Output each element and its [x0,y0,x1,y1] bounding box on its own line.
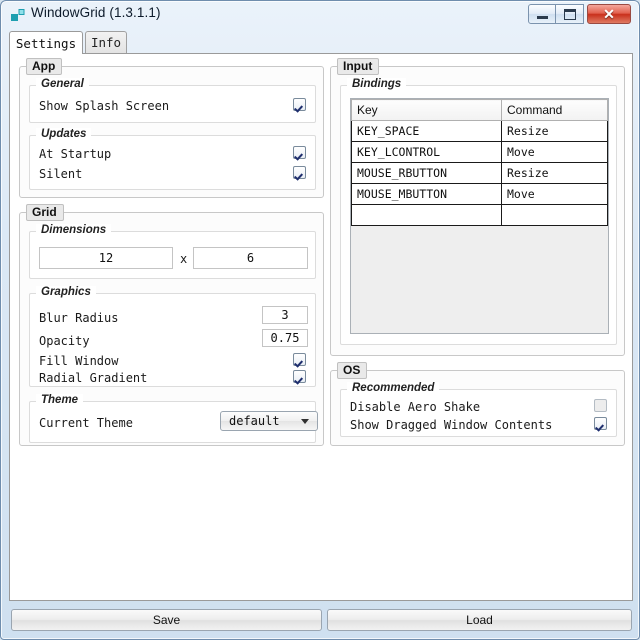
bindings-table-body: KEY_SPACEResizeKEY_LCONTROLMoveMOUSE_RBU… [352,121,608,226]
subgroup-dimensions: Dimensions 12 x 6 [29,231,316,279]
checkbox-show-splash-screen[interactable] [293,98,306,111]
table-row[interactable]: MOUSE_RBUTTONResize [352,163,608,184]
grid-columns-input[interactable]: 12 [39,247,173,269]
tab-info[interactable]: Info [85,31,127,53]
load-button-label: Load [466,613,493,627]
table-row[interactable] [352,205,608,226]
tab-info-label: Info [91,35,121,50]
subgroup-recommended-title: Recommended [347,382,439,395]
group-app: App General Show Splash Screen Updates A… [19,66,324,198]
subgroup-theme-title: Theme [36,394,83,407]
group-input: Input Bindings Key Command KEY_SPACEResi… [330,66,625,356]
bindings-table: Key Command KEY_SPACEResizeKEY_LCONTROLM… [351,99,608,226]
binding-command-cell[interactable]: Move [502,184,608,205]
group-input-title: Input [337,58,379,75]
binding-key-cell[interactable]: MOUSE_MBUTTON [352,184,502,205]
tab-settings[interactable]: Settings [9,31,83,54]
subgroup-general: General Show Splash Screen [29,85,316,123]
label-disable-aero-shake: Disable Aero Shake [350,400,480,414]
checkbox-disable-aero-shake[interactable] [594,399,607,412]
close-button[interactable]: ✕ [587,4,631,24]
subgroup-general-title: General [36,78,89,91]
binding-key-cell[interactable]: KEY_LCONTROL [352,142,502,163]
binding-key-cell[interactable]: KEY_SPACE [352,121,502,142]
label-current-theme: Current Theme [39,416,133,430]
subgroup-bindings: Bindings Key Command KEY_SPACEResizeKEY_… [340,85,617,345]
close-icon: ✕ [588,5,630,23]
window-title: WindowGrid (1.3.1.1) [31,5,161,20]
binding-key-cell[interactable] [352,205,502,226]
column-header-command[interactable]: Command [502,100,608,121]
checkbox-silent[interactable] [293,166,306,179]
table-row[interactable]: KEY_SPACEResize [352,121,608,142]
binding-key-cell[interactable]: MOUSE_RBUTTON [352,163,502,184]
tab-settings-label: Settings [16,36,76,51]
label-blur-radius: Blur Radius [39,311,118,325]
blur-radius-input[interactable]: 3 [262,306,308,324]
bindings-table-panel[interactable]: Key Command KEY_SPACEResizeKEY_LCONTROLM… [350,98,609,334]
chevron-down-icon [301,419,309,424]
load-button[interactable]: Load [327,609,632,631]
column-header-key[interactable]: Key [352,100,502,121]
theme-select-value: default [229,414,280,428]
label-show-splash-screen: Show Splash Screen [39,99,169,113]
binding-command-cell[interactable]: Resize [502,121,608,142]
table-row[interactable]: MOUSE_MBUTTONMove [352,184,608,205]
tab-strip: Settings Info [9,31,633,53]
checkbox-show-dragged-window-contents[interactable] [594,417,607,430]
checkbox-fill-window[interactable] [293,353,306,366]
grid-rows-input[interactable]: 6 [193,247,308,269]
binding-command-cell[interactable]: Resize [502,163,608,184]
title-bar[interactable]: WindowGrid (1.3.1.1) ✕ [1,1,640,28]
application-window: WindowGrid (1.3.1.1) ✕ Settings Info App… [0,0,640,640]
subgroup-graphics: Graphics Blur Radius 3 Opacity 0.75 Fill… [29,293,316,387]
settings-tab-page: App General Show Splash Screen Updates A… [9,53,633,601]
label-show-dragged-window-contents: Show Dragged Window Contents [350,418,552,432]
theme-select[interactable]: default [220,411,318,431]
save-button-label: Save [153,613,180,627]
subgroup-graphics-title: Graphics [36,286,96,299]
group-grid-title: Grid [26,204,64,221]
label-radial-gradient: Radial Gradient [39,371,147,385]
opacity-input[interactable]: 0.75 [262,329,308,347]
label-opacity: Opacity [39,334,90,348]
minimize-button[interactable] [528,4,556,24]
label-fill-window: Fill Window [39,354,118,368]
table-row[interactable]: KEY_LCONTROLMove [352,142,608,163]
binding-command-cell[interactable] [502,205,608,226]
maximize-button[interactable] [556,4,584,24]
subgroup-recommended: Recommended Disable Aero Shake Show Drag… [340,389,617,437]
checkbox-radial-gradient[interactable] [293,370,306,383]
subgroup-theme: Theme Current Theme default [29,401,316,443]
dimensions-separator: x [180,252,187,266]
group-app-title: App [26,58,62,75]
binding-command-cell[interactable]: Move [502,142,608,163]
app-grid-icon [10,7,26,23]
save-button[interactable]: Save [11,609,322,631]
table-header-row: Key Command [352,100,608,121]
subgroup-updates-title: Updates [36,128,91,141]
maximize-icon [556,5,583,23]
subgroup-dimensions-title: Dimensions [36,224,111,237]
subgroup-bindings-title: Bindings [347,78,406,91]
group-os-title: OS [337,362,367,379]
group-os: OS Recommended Disable Aero Shake Show D… [330,370,625,446]
subgroup-updates: Updates At Startup Silent [29,135,316,190]
minimize-icon [529,5,555,23]
label-silent: Silent [39,167,82,181]
label-at-startup: At Startup [39,147,111,161]
group-grid: Grid Dimensions 12 x 6 Graphics Blur Rad… [19,212,324,446]
checkbox-at-startup[interactable] [293,146,306,159]
